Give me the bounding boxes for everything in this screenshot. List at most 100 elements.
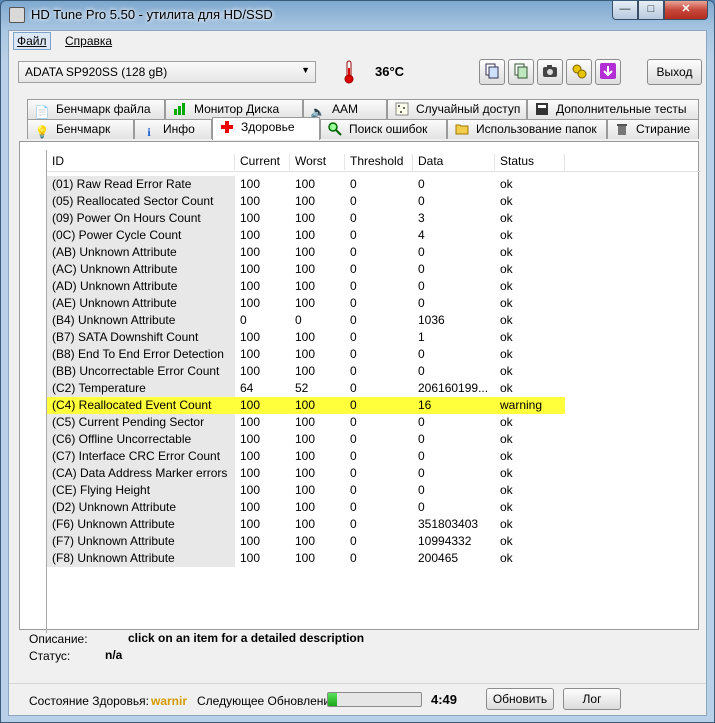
cell-worst: 100 [295, 364, 316, 378]
table-row[interactable]: (BB) Uncorrectable Error Count 100 100 0 0 ok [47, 363, 701, 380]
table-row[interactable]: (AD) Unknown Attribute 100 100 0 0 ok [47, 278, 701, 295]
health-cross-icon [219, 120, 235, 136]
column-header-id[interactable]: ID [47, 154, 235, 170]
column-header-threshold[interactable]: Threshold [345, 154, 413, 170]
cell-current: 100 [240, 279, 261, 293]
cell-data: 0 [418, 177, 425, 191]
tab-label: Использование папок [476, 122, 597, 136]
exit-button[interactable]: Выход [647, 59, 702, 85]
table-row[interactable]: (B4) Unknown Attribute 0 0 0 1036 ok [47, 312, 701, 329]
cell-current: 100 [240, 262, 261, 276]
cell-data: 0 [418, 194, 425, 208]
cell-data: 3 [418, 211, 425, 225]
cell-threshold: 0 [350, 228, 357, 242]
tab-label: Бенчмарк [56, 122, 111, 136]
table-row[interactable]: (C7) Interface CRC Error Count 100 100 0 0 ok [47, 448, 701, 465]
cell-worst: 100 [295, 483, 316, 497]
cell-threshold: 0 [350, 517, 357, 531]
cell-status: ok [500, 534, 513, 548]
table-row[interactable]: (C4) Reallocated Event Count 100 100 0 16 war… [47, 397, 565, 414]
title-bar[interactable]: HD Tune Pro 5.50 - утилита для HD/SSD — … [1, 1, 714, 29]
cell-data: 0 [418, 449, 425, 463]
table-row[interactable]: (0C) Power Cycle Count 100 100 0 4 ok [47, 227, 701, 244]
tab-benchmark[interactable]: 💡 Бенчмарк [27, 119, 134, 139]
tab-erase[interactable]: Стирание [607, 119, 699, 139]
cell-status: ok [500, 211, 513, 225]
table-row[interactable]: (F7) Unknown Attribute 100 100 0 10994332 ok [47, 533, 701, 550]
table-row[interactable]: (F8) Unknown Attribute 100 100 0 200465 ok [47, 550, 701, 567]
cell-id: (AD) Unknown Attribute [47, 278, 235, 295]
menu-file[interactable]: Файл [13, 32, 51, 50]
cell-status: ok [500, 483, 513, 497]
table-row[interactable]: (CE) Flying Height 100 100 0 0 ok [47, 482, 701, 499]
tab-health[interactable]: Здоровье [212, 117, 320, 140]
copy-info-icon [513, 63, 529, 82]
save-button[interactable] [595, 59, 621, 85]
cell-worst: 100 [295, 534, 316, 548]
table-row[interactable]: (B8) End To End Error Detection 100 100 0 0 o… [47, 346, 701, 363]
cell-data: 0 [418, 432, 425, 446]
options-icon [571, 63, 587, 82]
temperature-value: 36°C [375, 64, 405, 79]
menu-help[interactable]: Справка [61, 34, 116, 48]
table-row[interactable]: (C5) Current Pending Sector 100 100 0 0 ok [47, 414, 701, 431]
copy-text-button[interactable] [479, 59, 505, 85]
cell-worst: 100 [295, 500, 316, 514]
tab-disk-monitor[interactable]: Монитор Диска [165, 99, 303, 119]
cell-current: 100 [240, 483, 261, 497]
tab-file-benchmark[interactable]: 📄 Бенчмарк файла [27, 99, 165, 119]
tab-error-scan[interactable]: Поиск ошибок [320, 119, 447, 139]
health-status-value: warnir [151, 694, 188, 708]
tab-info[interactable]: i Инфо [134, 119, 212, 139]
column-header-worst[interactable]: Worst [290, 154, 345, 170]
column-header-status[interactable]: Status [495, 154, 565, 170]
app-window: HD Tune Pro 5.50 - утилита для HD/SSD — … [0, 0, 715, 723]
table-row[interactable]: (F6) Unknown Attribute 100 100 0 351803403 ok [47, 516, 701, 533]
tab-folder-usage[interactable]: Использование папок [447, 119, 607, 139]
cell-id: (AE) Unknown Attribute [47, 295, 235, 312]
save-download-icon [599, 62, 617, 83]
cell-id: (AB) Unknown Attribute [47, 244, 235, 261]
cell-data: 1036 [418, 313, 445, 327]
table-row[interactable]: (C6) Offline Uncorrectable 100 100 0 0 ok [47, 431, 701, 448]
options-button[interactable] [566, 59, 592, 85]
cell-threshold: 0 [350, 177, 357, 191]
tab-random-access[interactable]: Случайный доступ [387, 99, 527, 119]
file-benchmark-icon: 📄 [34, 105, 50, 119]
cell-threshold: 0 [350, 398, 357, 412]
table-row[interactable]: (D2) Unknown Attribute 100 100 0 0 ok [47, 499, 701, 516]
table-row[interactable]: (01) Raw Read Error Rate 100 100 0 0 ok [47, 176, 701, 193]
cell-status: ok [500, 432, 513, 446]
table-row[interactable]: (05) Reallocated Sector Count 100 100 0 0 ok [47, 193, 701, 210]
table-row[interactable]: (AE) Unknown Attribute 100 100 0 0 ok [47, 295, 701, 312]
table-row[interactable]: (CA) Data Address Marker errors 100 100 0 0 o… [47, 465, 701, 482]
drive-select[interactable]: ADATA SP920SS (128 gB) ▼ [18, 61, 316, 83]
table-row[interactable]: (C2) Temperature 64 52 0 206160199... ok [47, 380, 701, 397]
minimize-button[interactable]: — [612, 1, 638, 20]
cell-worst: 100 [295, 296, 316, 310]
maximize-button[interactable]: □ [638, 1, 664, 20]
table-row[interactable]: (AC) Unknown Attribute 100 100 0 0 ok [47, 261, 701, 278]
tab-aam[interactable]: 🔈 AAM [303, 99, 387, 119]
close-button[interactable]: ✕ [664, 1, 708, 20]
screenshot-button[interactable] [537, 59, 563, 85]
refresh-button[interactable]: Обновить [486, 688, 554, 710]
countdown-value: 4:49 [431, 692, 458, 707]
log-button[interactable]: Лог [563, 688, 621, 710]
tab-label: Бенчмарк файла [56, 102, 151, 116]
cell-threshold: 0 [350, 313, 357, 327]
cell-id: (C2) Temperature [47, 380, 235, 397]
column-header-data[interactable]: Data [413, 154, 495, 170]
cell-data: 0 [418, 347, 425, 361]
cell-worst: 100 [295, 517, 316, 531]
table-row[interactable]: (AB) Unknown Attribute 100 100 0 0 ok [47, 244, 701, 261]
tab-extra-tests[interactable]: Дополнительные тесты [527, 99, 699, 119]
table-row[interactable]: (B7) SATA Downshift Count 100 100 0 1 ok [47, 329, 701, 346]
copy-info-button[interactable] [508, 59, 534, 85]
cell-status: ok [500, 347, 513, 361]
table-row[interactable]: (09) Power On Hours Count 100 100 0 3 ok [47, 210, 701, 227]
cell-current: 100 [240, 449, 261, 463]
cell-worst: 0 [295, 313, 302, 327]
cell-data: 206160199... [418, 381, 489, 395]
column-header-current[interactable]: Current [235, 154, 290, 170]
